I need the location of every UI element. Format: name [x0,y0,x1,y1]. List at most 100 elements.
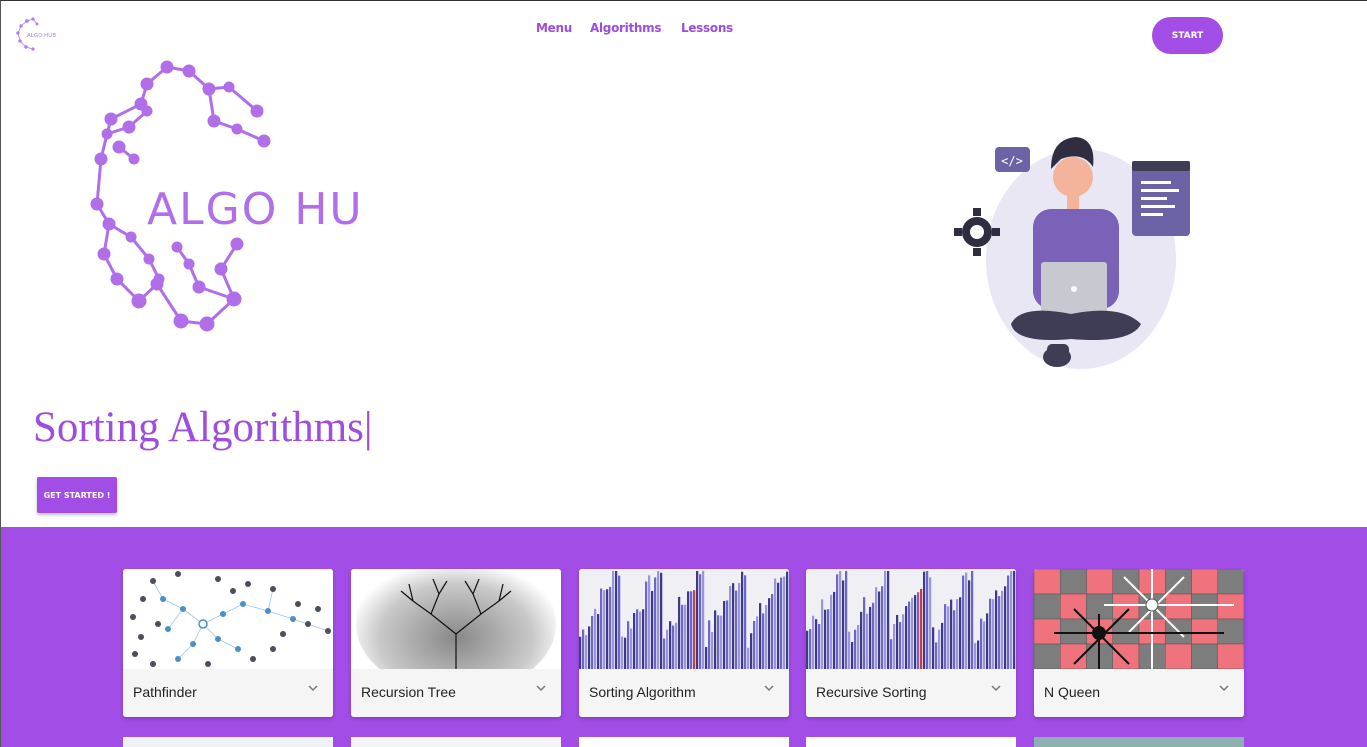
sort-bar [884,571,887,669]
sort-bar [639,611,642,669]
sort-bar [744,575,747,669]
sort-bar [917,592,920,669]
sort-bar [618,575,621,669]
sort-bar [809,629,812,669]
chevron-down-icon[interactable] [1218,683,1230,693]
sort-bar [624,637,627,669]
sort-bar [777,582,780,669]
sort-bar [818,623,821,669]
sort-bar [968,580,971,669]
sort-bar [935,642,938,669]
sort-bar [836,574,839,669]
sort-bar [1001,590,1004,669]
sort-bar [642,609,645,669]
board-cell [1086,569,1113,595]
sort-bar [863,597,866,669]
sort-bar [920,588,923,669]
sort-bar [669,621,672,669]
card-n-queen[interactable]: N Queen [1034,569,1244,717]
sort-bar [878,591,881,669]
nav-lessons[interactable]: Lessons [681,21,733,35]
brand-logo: ALGO HUB [90,60,359,332]
card-pathfinder[interactable]: Pathfinder [123,569,333,717]
sort-bar [821,599,824,669]
sort-bar [591,615,594,669]
board-cell [1191,643,1218,669]
sort-bar [594,608,597,669]
sort-bar [812,615,815,669]
card-peek[interactable] [351,737,561,747]
sort-bar [908,601,911,669]
sort-bar [830,594,833,669]
sort-bar [839,571,842,669]
nav-menu[interactable]: Menu [536,21,572,35]
sort-bar [845,571,848,669]
card-footer: Sorting Algorithm [579,669,789,717]
board-cell [1165,643,1192,669]
card-peek[interactable] [123,737,333,747]
sort-bar [947,606,950,669]
recursive-sorting-thumbnail [806,569,1016,669]
sort-bar [980,618,983,669]
sort-bar [986,613,989,669]
sort-bar [660,572,663,669]
sort-bar [579,636,582,669]
sort-bar [663,638,666,669]
sort-bar [696,571,699,669]
sort-bar [657,571,660,669]
recursion-tree-thumbnail [351,569,561,669]
sort-bar [893,623,896,669]
sort-bar [833,591,836,669]
card-recursion-tree[interactable]: Recursion Tree [351,569,561,717]
sort-bar [603,590,606,669]
chevron-down-icon[interactable] [763,683,775,693]
chevron-down-icon[interactable] [535,683,547,693]
sort-bar [768,598,771,669]
get-started-button[interactable]: GET STARTED ! [37,477,117,513]
sort-bar [654,577,657,669]
card-footer: N Queen [1034,669,1244,717]
sort-bar [950,599,953,669]
sort-bar [684,604,687,669]
sort-bar [938,629,941,669]
sort-bar [771,594,774,669]
card-sorting-algorithm[interactable]: Sorting Algorithm [579,569,789,717]
sort-bar [774,578,777,669]
sort-bar [765,605,768,669]
board-cell [1060,569,1087,595]
chevron-down-icon[interactable] [307,683,319,693]
board-cell [1217,593,1244,620]
card-peek[interactable] [806,737,1016,747]
sort-bar [600,588,603,669]
sort-bar [971,571,974,669]
sort-bar [962,575,965,669]
sort-bar [932,627,935,669]
sort-bar [723,600,726,669]
sort-bar [786,571,789,669]
start-button[interactable]: START [1152,17,1223,54]
sort-bar [992,599,995,669]
sort-bar [636,609,639,669]
sort-bar [597,614,600,669]
board-cell [1217,569,1244,595]
sort-bar [998,596,1001,669]
sort-bar [741,571,744,669]
sort-bar [630,628,633,669]
nav-algorithms[interactable]: Algorithms [590,21,662,35]
sort-bar [687,591,690,669]
card-title: Pathfinder [133,684,197,700]
card-peek[interactable] [1034,737,1244,747]
sort-bar [678,596,681,669]
card-footer: Pathfinder [123,669,333,717]
card-peek[interactable] [579,737,789,747]
sort-bar [588,626,591,669]
sort-bar [1004,586,1007,669]
sort-bar [899,622,902,669]
card-recursive-sorting[interactable]: Recursive Sorting [806,569,1016,717]
hero-typed-heading: Sorting Algorithms| [33,404,373,451]
sort-bar [875,587,878,669]
chevron-down-icon[interactable] [990,683,1002,693]
sort-bar [726,600,729,669]
board-cell [1112,593,1140,620]
sort-bar [783,576,786,669]
